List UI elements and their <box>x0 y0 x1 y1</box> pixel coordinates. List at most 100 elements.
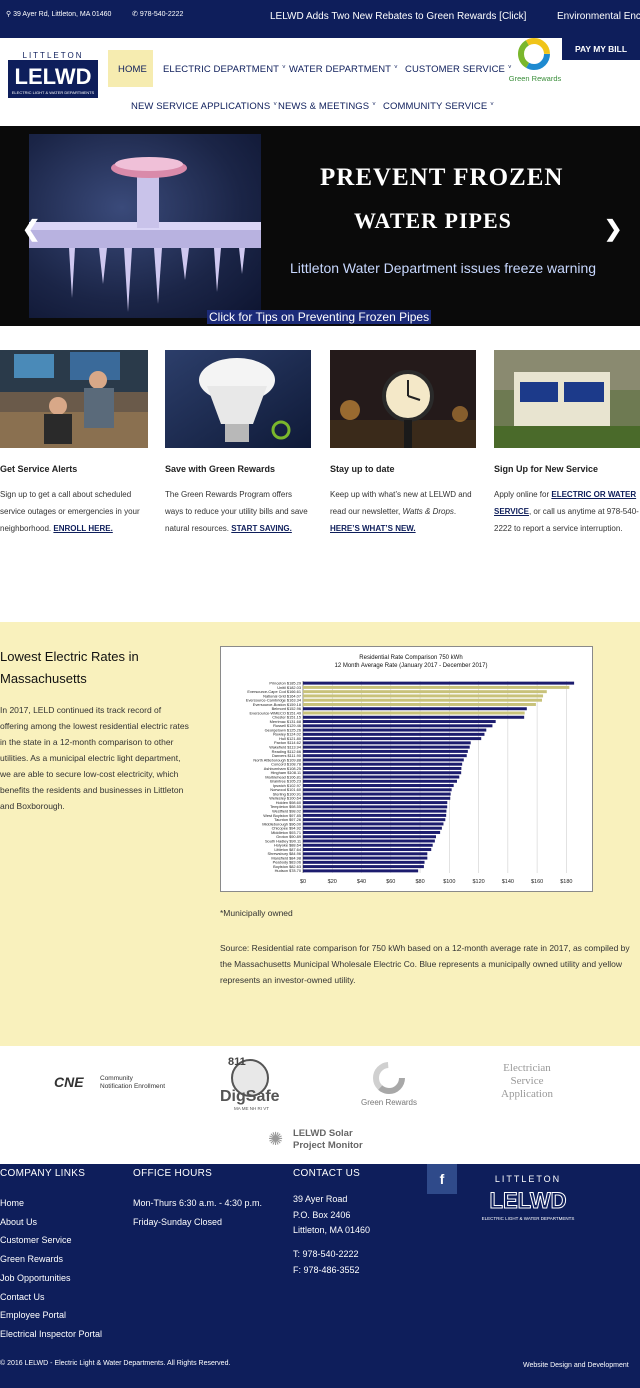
whats-new-link[interactable]: HERE’S WHAT’S NEW. <box>330 524 416 533</box>
footer-link-customer-service[interactable]: Customer Service <box>0 1231 102 1250</box>
svg-text:ELECTRIC LIGHT & WATER DEPARTM: ELECTRIC LIGHT & WATER DEPARTMENTS <box>482 1216 575 1221</box>
chart-bar <box>303 848 432 852</box>
chart-bar <box>303 805 448 809</box>
control-room-image[interactable] <box>0 350 148 448</box>
chart-x-tick-label: $0 <box>300 879 306 885</box>
nav-community-service[interactable]: COMMUNITY SERVICE ˅ <box>383 101 494 112</box>
partner-logos: CNE Community Notification Enrollment 81… <box>0 1046 640 1164</box>
chart-x-tick-label: $20 <box>328 879 337 885</box>
solar-monitor-logo[interactable]: ✺ LELWD Solar Project Monitor <box>268 1126 388 1152</box>
card-text: Sign up to get a call about scheduled se… <box>0 490 140 533</box>
top-bar: ⚲ 39 Ayer Rd, Littleton, MA 01460 ✆ 978-… <box>0 0 640 38</box>
footer-phone[interactable]: T: 978-540-2222 <box>293 1247 360 1263</box>
chart-bar <box>303 715 525 719</box>
chart-bar <box>303 860 425 864</box>
chart-bar <box>303 830 441 834</box>
chart-bar <box>303 728 487 732</box>
nav-home[interactable]: HOME <box>118 64 147 75</box>
company-links-heading: COMPANY LINKS <box>0 1168 86 1179</box>
pay-my-bill-button[interactable]: PAY MY BILL <box>562 38 640 60</box>
hero-tips-link[interactable]: Click for Tips on Preventing Frozen Pipe… <box>207 310 432 324</box>
footer-link-home[interactable]: Home <box>0 1194 102 1213</box>
chart-bar <box>303 784 454 788</box>
card-green-rewards: Save with Green Rewards The Green Reward… <box>165 350 311 537</box>
card-stay-up-to-date: Stay up to date Keep up with what’s new … <box>330 350 476 537</box>
lelwd-logo[interactable]: LITTLETON LELWD ELECTRIC LIGHT & WATER D… <box>8 50 98 98</box>
nav-customer-service[interactable]: CUSTOMER SERVICE ˅ <box>405 64 512 75</box>
chart-bar <box>303 745 470 749</box>
footer-link-employee-portal[interactable]: Employee Portal <box>0 1306 102 1325</box>
chart-bar <box>303 852 428 856</box>
chart-bar <box>303 754 467 758</box>
office-hours-heading: OFFICE HOURS <box>133 1168 213 1179</box>
footer-link-jobs[interactable]: Job Opportunities <box>0 1269 102 1288</box>
chart-x-tick-label: $140 <box>502 879 514 885</box>
chart-bar <box>303 779 457 783</box>
hero-title-line-2: WATER PIPES <box>354 208 512 233</box>
chart-bar <box>303 758 464 762</box>
slider-prev-icon[interactable]: ❮ <box>22 216 40 242</box>
chart-bar <box>303 720 496 724</box>
electrician-service-application-logo[interactable]: Electrician Service Application <box>492 1056 562 1120</box>
digsafe-logo[interactable]: 811 DigSafe MA ME NH RI VT <box>220 1054 282 1112</box>
news-ticker-link[interactable]: LELWD Adds Two New Rebates to Green Rewa… <box>270 11 526 22</box>
card-new-service: Sign Up for New Service Apply online for… <box>494 350 640 537</box>
chart-bar <box>303 792 451 796</box>
rates-body: In 2017, LELD continued its track record… <box>0 705 189 811</box>
chevron-down-icon: ˅ <box>282 65 286 71</box>
footer-link-inspector-portal[interactable]: Electrical Inspector Portal <box>0 1325 102 1344</box>
feature-cards: Get Service Alerts Sign up to get a call… <box>0 350 640 580</box>
facebook-icon[interactable]: f <box>427 1164 457 1194</box>
footer-link-contact[interactable]: Contact Us <box>0 1288 102 1307</box>
card-text: Apply online for ELECTRIC OR WATER SERVI… <box>494 490 639 533</box>
frozen-pipe-image <box>29 134 261 318</box>
chart-bar <box>303 771 462 775</box>
chart-bar <box>303 694 544 698</box>
svg-text:LELWD: LELWD <box>490 1188 567 1213</box>
nav-electric-department[interactable]: ELECTRIC DEPARTMENT ˅ <box>163 64 286 75</box>
footer-lelwd-logo[interactable]: LITTLETON LELWD ELECTRIC LIGHT & WATER D… <box>480 1172 576 1224</box>
chart-bar <box>303 796 451 800</box>
svg-text:LELWD: LELWD <box>15 64 92 89</box>
address-text[interactable]: ⚲ 39 Ayer Rd, Littleton, MA 01460 <box>6 10 111 18</box>
chart-bar <box>303 711 525 715</box>
chart-bar <box>303 809 447 813</box>
chart-bar <box>303 766 462 770</box>
footer-link-about[interactable]: About Us <box>0 1213 102 1232</box>
rates-section: Lowest Electric Rates in Massachusetts I… <box>0 622 640 1046</box>
green-rewards-logo[interactable]: Green Rewards <box>507 38 563 84</box>
chart-x-tick-label: $100 <box>443 879 455 885</box>
chart-subtitle: 12 Month Average Rate (January 2017 - De… <box>335 663 488 669</box>
chart-bar <box>303 856 428 860</box>
hero-subtitle: Littleton Water Department issues freeze… <box>290 260 597 276</box>
slider-next-icon[interactable]: ❯ <box>604 216 622 242</box>
chart-x-tick-label: $180 <box>560 879 572 885</box>
chevron-down-icon: ˅ <box>490 102 494 108</box>
town-clock-image[interactable] <box>330 350 476 448</box>
chart-bar <box>303 741 471 745</box>
nav-water-department[interactable]: WATER DEPARTMENT ˅ <box>289 64 398 75</box>
chevron-down-icon: ˅ <box>372 102 376 108</box>
cne-logo[interactable]: CNE Community Notification Enrollment <box>54 1074 178 1094</box>
hero-slider: ❮ ❯ PREVENT FROZEN WATER PIPES Littleton… <box>0 126 640 326</box>
lelwd-building-sign-image[interactable] <box>494 350 640 448</box>
copyright-text: © 2016 LELWD - Electric Light & Water De… <box>0 1360 231 1367</box>
rate-comparison-chart: Residential Rate Comparison 750 kWh 12 M… <box>220 646 593 892</box>
news-ticker-link-2[interactable]: Environmental Enc <box>557 11 640 22</box>
phone-text[interactable]: ✆ 978-540-2222 <box>132 10 183 18</box>
chart-bar-label: Hudson $78.70 <box>275 868 302 873</box>
led-bulb-image[interactable] <box>165 350 311 448</box>
chart-bar <box>303 737 482 741</box>
nav-new-service-applications[interactable]: NEW SERVICE APPLICATIONS ˅ <box>131 101 277 112</box>
phone-icon: ✆ <box>132 11 140 18</box>
green-rewards-partner-logo[interactable]: Green Rewards <box>356 1060 422 1110</box>
municipal-note: *Municipally owned <box>220 908 293 918</box>
chevron-down-icon: ˅ <box>273 102 277 108</box>
footer-link-green-rewards[interactable]: Green Rewards <box>0 1250 102 1269</box>
sun-icon: ✺ <box>268 1129 284 1149</box>
enroll-here-link[interactable]: ENROLL HERE. <box>53 524 112 533</box>
start-saving-link[interactable]: START SAVING. <box>231 524 292 533</box>
nav-news-meetings[interactable]: NEWS & MEETINGS ˅ <box>278 101 376 112</box>
chart-svg: Residential Rate Comparison 750 kWh 12 M… <box>246 655 575 885</box>
website-design-link[interactable]: Website Design and Development <box>523 1362 629 1369</box>
